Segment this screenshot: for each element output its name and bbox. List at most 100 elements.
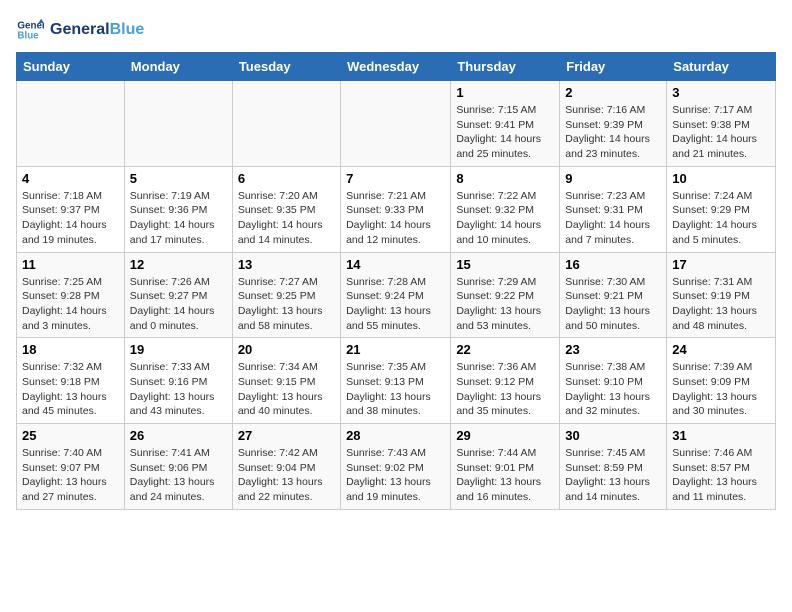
day-info: Sunrise: 7:31 AM Sunset: 9:19 PM Dayligh… bbox=[672, 275, 770, 334]
calendar-cell: 11Sunrise: 7:25 AM Sunset: 9:28 PM Dayli… bbox=[17, 252, 125, 338]
calendar-cell: 1 Sunrise: 7:15 AM Sunset: 9:41 PM Daylig… bbox=[451, 81, 560, 167]
calendar-cell: 3 Sunrise: 7:17 AM Sunset: 9:38 PM Daylig… bbox=[667, 81, 776, 167]
calendar-cell: 7 Sunrise: 7:21 AM Sunset: 9:33 PM Daylig… bbox=[341, 166, 451, 252]
logo-icon: General Blue bbox=[16, 16, 44, 44]
day-number: 17 bbox=[672, 257, 770, 272]
calendar-cell: 2Sunrise: 7:16 AM Sunset: 9:39 PM Daylig… bbox=[560, 81, 667, 167]
day-number: 9 bbox=[565, 171, 661, 186]
day-info: Sunrise: 7:36 AM Sunset: 9:12 PM Dayligh… bbox=[456, 360, 554, 419]
day-number: 20 bbox=[238, 342, 335, 357]
day-number: 14 bbox=[346, 257, 445, 272]
weekday-header-sunday: Sunday bbox=[17, 53, 125, 81]
day-number: 27 bbox=[238, 428, 335, 443]
day-number: 4 bbox=[22, 171, 119, 186]
calendar-cell: 16 Sunrise: 7:30 AM Sunset: 9:21 PM Dayli… bbox=[560, 252, 667, 338]
day-info: Sunrise: 7:45 AM Sunset: 8:59 PM Dayligh… bbox=[565, 446, 661, 505]
day-info: Sunrise: 7:30 AM Sunset: 9:21 PM Dayligh… bbox=[565, 275, 661, 334]
day-number: 18 bbox=[22, 342, 119, 357]
day-info: Sunrise: 7:26 AM Sunset: 9:27 PM Dayligh… bbox=[130, 275, 227, 334]
calendar-cell bbox=[232, 81, 340, 167]
day-info: Sunrise: 7:34 AM Sunset: 9:15 PM Dayligh… bbox=[238, 360, 335, 419]
calendar-cell: 10 Sunrise: 7:24 AM Sunset: 9:29 PM Dayli… bbox=[667, 166, 776, 252]
calendar-cell: 28 Sunrise: 7:43 AM Sunset: 9:02 PM Dayli… bbox=[341, 424, 451, 510]
day-info: Sunrise: 7:18 AM Sunset: 9:37 PM Dayligh… bbox=[22, 189, 119, 248]
day-number: 31 bbox=[672, 428, 770, 443]
day-info: Sunrise: 7:35 AM Sunset: 9:13 PM Dayligh… bbox=[346, 360, 445, 419]
calendar-cell: 5Sunrise: 7:19 AM Sunset: 9:36 PM Daylig… bbox=[124, 166, 232, 252]
day-info: Sunrise: 7:22 AM Sunset: 9:32 PM Dayligh… bbox=[456, 189, 554, 248]
day-info: Sunrise: 7:43 AM Sunset: 9:02 PM Dayligh… bbox=[346, 446, 445, 505]
day-info: Sunrise: 7:46 AM Sunset: 8:57 PM Dayligh… bbox=[672, 446, 770, 505]
calendar-cell: 6 Sunrise: 7:20 AM Sunset: 9:35 PM Daylig… bbox=[232, 166, 340, 252]
calendar-cell bbox=[124, 81, 232, 167]
day-number: 10 bbox=[672, 171, 770, 186]
calendar-cell: 4 Sunrise: 7:18 AM Sunset: 9:37 PM Daylig… bbox=[17, 166, 125, 252]
calendar-cell bbox=[17, 81, 125, 167]
calendar-cell: 9 Sunrise: 7:23 AM Sunset: 9:31 PM Daylig… bbox=[560, 166, 667, 252]
calendar-cell: 25 Sunrise: 7:40 AM Sunset: 9:07 PM Dayli… bbox=[17, 424, 125, 510]
svg-text:Blue: Blue bbox=[17, 30, 39, 41]
day-info: Sunrise: 7:29 AM Sunset: 9:22 PM Dayligh… bbox=[456, 275, 554, 334]
day-number: 15 bbox=[456, 257, 554, 272]
calendar-cell: 30Sunrise: 7:45 AM Sunset: 8:59 PM Dayli… bbox=[560, 424, 667, 510]
day-number: 8 bbox=[456, 171, 554, 186]
day-info: Sunrise: 7:23 AM Sunset: 9:31 PM Dayligh… bbox=[565, 189, 661, 248]
day-number: 22 bbox=[456, 342, 554, 357]
day-number: 11 bbox=[22, 257, 119, 272]
day-info: Sunrise: 7:44 AM Sunset: 9:01 PM Dayligh… bbox=[456, 446, 554, 505]
calendar-cell: 29 Sunrise: 7:44 AM Sunset: 9:01 PM Dayli… bbox=[451, 424, 560, 510]
day-info: Sunrise: 7:40 AM Sunset: 9:07 PM Dayligh… bbox=[22, 446, 119, 505]
day-number: 25 bbox=[22, 428, 119, 443]
weekday-header-wednesday: Wednesday bbox=[341, 53, 451, 81]
day-number: 7 bbox=[346, 171, 445, 186]
calendar-cell: 14Sunrise: 7:28 AM Sunset: 9:24 PM Dayli… bbox=[341, 252, 451, 338]
calendar-cell: 22 Sunrise: 7:36 AM Sunset: 9:12 PM Dayli… bbox=[451, 338, 560, 424]
day-number: 12 bbox=[130, 257, 227, 272]
calendar-cell: 18 Sunrise: 7:32 AM Sunset: 9:18 PM Dayli… bbox=[17, 338, 125, 424]
day-info: Sunrise: 7:21 AM Sunset: 9:33 PM Dayligh… bbox=[346, 189, 445, 248]
weekday-header-saturday: Saturday bbox=[667, 53, 776, 81]
day-number: 21 bbox=[346, 342, 445, 357]
weekday-header-monday: Monday bbox=[124, 53, 232, 81]
calendar-cell: 13 Sunrise: 7:27 AM Sunset: 9:25 PM Dayli… bbox=[232, 252, 340, 338]
weekday-header-thursday: Thursday bbox=[451, 53, 560, 81]
day-info: Sunrise: 7:42 AM Sunset: 9:04 PM Dayligh… bbox=[238, 446, 335, 505]
day-info: Sunrise: 7:27 AM Sunset: 9:25 PM Dayligh… bbox=[238, 275, 335, 334]
day-info: Sunrise: 7:15 AM Sunset: 9:41 PM Dayligh… bbox=[456, 103, 554, 162]
logo-text: GeneralBlue bbox=[50, 20, 144, 39]
calendar-cell: 27 Sunrise: 7:42 AM Sunset: 9:04 PM Dayli… bbox=[232, 424, 340, 510]
logo: General Blue GeneralBlue bbox=[16, 16, 144, 44]
calendar-cell: 20 Sunrise: 7:34 AM Sunset: 9:15 PM Dayli… bbox=[232, 338, 340, 424]
day-number: 2 bbox=[565, 85, 661, 100]
day-info: Sunrise: 7:20 AM Sunset: 9:35 PM Dayligh… bbox=[238, 189, 335, 248]
day-number: 1 bbox=[456, 85, 554, 100]
calendar-cell: 23 Sunrise: 7:38 AM Sunset: 9:10 PM Dayli… bbox=[560, 338, 667, 424]
day-info: Sunrise: 7:33 AM Sunset: 9:16 PM Dayligh… bbox=[130, 360, 227, 419]
calendar-cell: 21 Sunrise: 7:35 AM Sunset: 9:13 PM Dayli… bbox=[341, 338, 451, 424]
page-header: General Blue GeneralBlue bbox=[16, 16, 776, 44]
day-info: Sunrise: 7:19 AM Sunset: 9:36 PM Dayligh… bbox=[130, 189, 227, 248]
day-number: 16 bbox=[565, 257, 661, 272]
day-number: 23 bbox=[565, 342, 661, 357]
day-number: 3 bbox=[672, 85, 770, 100]
calendar-cell bbox=[341, 81, 451, 167]
day-info: Sunrise: 7:32 AM Sunset: 9:18 PM Dayligh… bbox=[22, 360, 119, 419]
calendar-cell: 31 Sunrise: 7:46 AM Sunset: 8:57 PM Dayli… bbox=[667, 424, 776, 510]
day-info: Sunrise: 7:17 AM Sunset: 9:38 PM Dayligh… bbox=[672, 103, 770, 162]
calendar-cell: 24Sunrise: 7:39 AM Sunset: 9:09 PM Dayli… bbox=[667, 338, 776, 424]
day-info: Sunrise: 7:39 AM Sunset: 9:09 PM Dayligh… bbox=[672, 360, 770, 419]
weekday-header-friday: Friday bbox=[560, 53, 667, 81]
weekday-header-tuesday: Tuesday bbox=[232, 53, 340, 81]
calendar-cell: 19Sunrise: 7:33 AM Sunset: 9:16 PM Dayli… bbox=[124, 338, 232, 424]
day-info: Sunrise: 7:41 AM Sunset: 9:06 PM Dayligh… bbox=[130, 446, 227, 505]
day-number: 28 bbox=[346, 428, 445, 443]
day-number: 29 bbox=[456, 428, 554, 443]
calendar-table: SundayMondayTuesdayWednesdayThursdayFrid… bbox=[16, 52, 776, 510]
day-number: 6 bbox=[238, 171, 335, 186]
day-number: 13 bbox=[238, 257, 335, 272]
day-info: Sunrise: 7:38 AM Sunset: 9:10 PM Dayligh… bbox=[565, 360, 661, 419]
day-info: Sunrise: 7:24 AM Sunset: 9:29 PM Dayligh… bbox=[672, 189, 770, 248]
calendar-cell: 15 Sunrise: 7:29 AM Sunset: 9:22 PM Dayli… bbox=[451, 252, 560, 338]
day-number: 26 bbox=[130, 428, 227, 443]
calendar-cell: 8 Sunrise: 7:22 AM Sunset: 9:32 PM Daylig… bbox=[451, 166, 560, 252]
